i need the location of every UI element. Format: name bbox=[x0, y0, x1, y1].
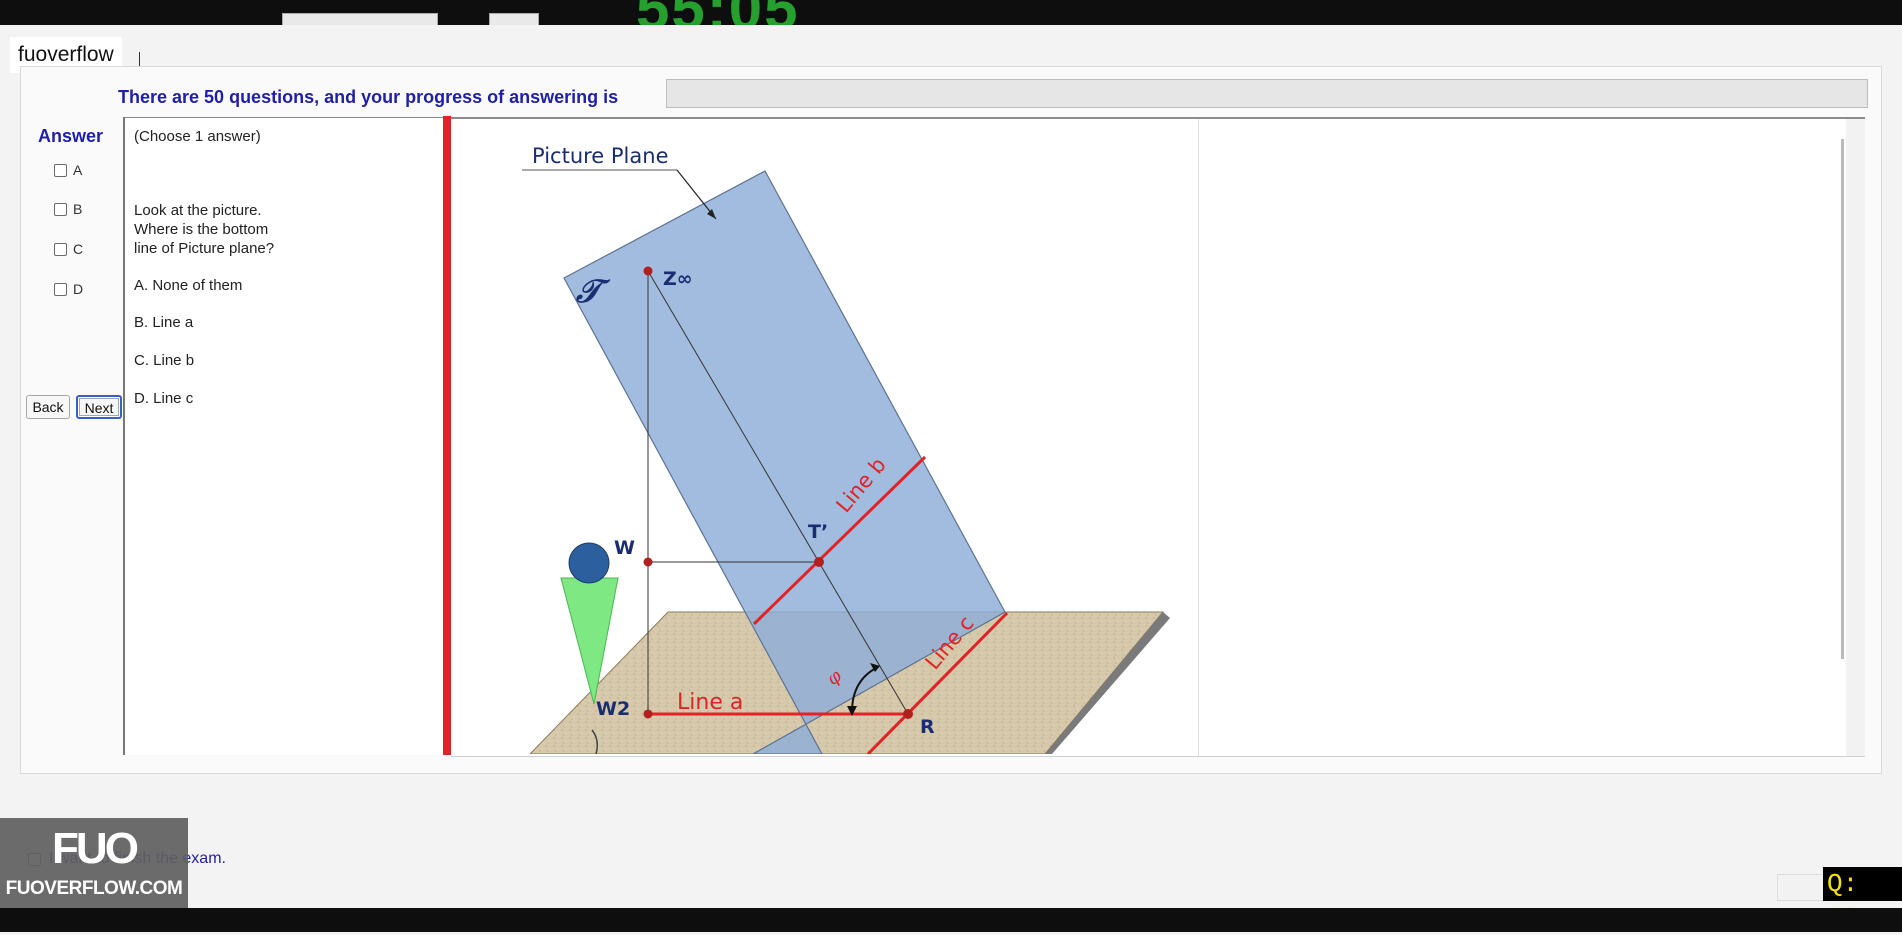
small-field[interactable] bbox=[489, 13, 539, 25]
r-label: R bbox=[920, 716, 935, 738]
back-button[interactable]: Back bbox=[26, 395, 70, 419]
progress-bar bbox=[666, 79, 1868, 108]
question-line-1: Look at the picture. bbox=[134, 202, 262, 219]
question-line-3: line of Picture plane? bbox=[134, 240, 275, 257]
option-b-checkbox[interactable] bbox=[54, 202, 67, 216]
choice-b: B. Line a bbox=[134, 314, 194, 331]
exam-code-field[interactable] bbox=[282, 13, 438, 25]
z-infinity-label: Z∞ bbox=[663, 268, 693, 290]
answer-title: Answer bbox=[38, 126, 104, 146]
w2-label: W2 bbox=[596, 698, 630, 720]
option-c-checkbox[interactable] bbox=[54, 242, 67, 256]
logo-mark: FUO bbox=[52, 824, 139, 873]
timer: 55:05 bbox=[636, 0, 799, 25]
top-bar: 55:05 bbox=[0, 0, 1902, 25]
choice-c: C. Line b bbox=[134, 352, 195, 369]
option-a-label: A bbox=[73, 162, 83, 178]
option-c-label: C bbox=[73, 241, 84, 257]
picture-plane-label: Picture Plane bbox=[532, 144, 669, 168]
bottom-bar bbox=[0, 908, 1902, 932]
image-edge bbox=[1198, 119, 1199, 756]
choice-d: D. Line c bbox=[134, 390, 194, 407]
option-a[interactable]: A bbox=[54, 162, 82, 178]
split-divider[interactable] bbox=[443, 116, 451, 755]
option-d-label: D bbox=[73, 281, 84, 297]
question-line-2: Where is the bottom bbox=[134, 221, 269, 238]
perspective-diagram: Picture Plane 𝒯 Z∞ W T’ W2 R Line a Line… bbox=[522, 144, 1170, 754]
option-d-checkbox[interactable] bbox=[54, 282, 67, 296]
viewer-head bbox=[568, 542, 610, 584]
option-b[interactable]: B bbox=[54, 201, 82, 217]
question-instruction: (Choose 1 answer) bbox=[134, 128, 261, 145]
scrollbar-track[interactable] bbox=[1846, 119, 1865, 756]
w-label: W bbox=[614, 537, 635, 559]
line-a-label: Line a bbox=[677, 690, 743, 715]
option-c[interactable]: C bbox=[54, 241, 83, 257]
option-a-checkbox[interactable] bbox=[54, 163, 67, 177]
logo-text: FUOVERFLOW.COM bbox=[5, 878, 183, 899]
option-b-label: B bbox=[73, 201, 83, 217]
question-number-badge: Q: 23 bbox=[1823, 867, 1902, 933]
t-prime-label: T’ bbox=[808, 521, 828, 543]
choice-a: A. None of them bbox=[134, 277, 243, 294]
next-button[interactable]: Next bbox=[76, 395, 122, 419]
option-d[interactable]: D bbox=[54, 281, 83, 297]
scrollbar-thumb[interactable] bbox=[1841, 139, 1844, 659]
progress-label: There are 50 questions, and your progres… bbox=[118, 87, 619, 107]
watermark-logo: FUO FUOVERFLOW.COM bbox=[0, 818, 188, 908]
question-box: (Choose 1 answer) Look at the picture. W… bbox=[123, 117, 447, 755]
question-jump-field[interactable] bbox=[1777, 874, 1824, 901]
